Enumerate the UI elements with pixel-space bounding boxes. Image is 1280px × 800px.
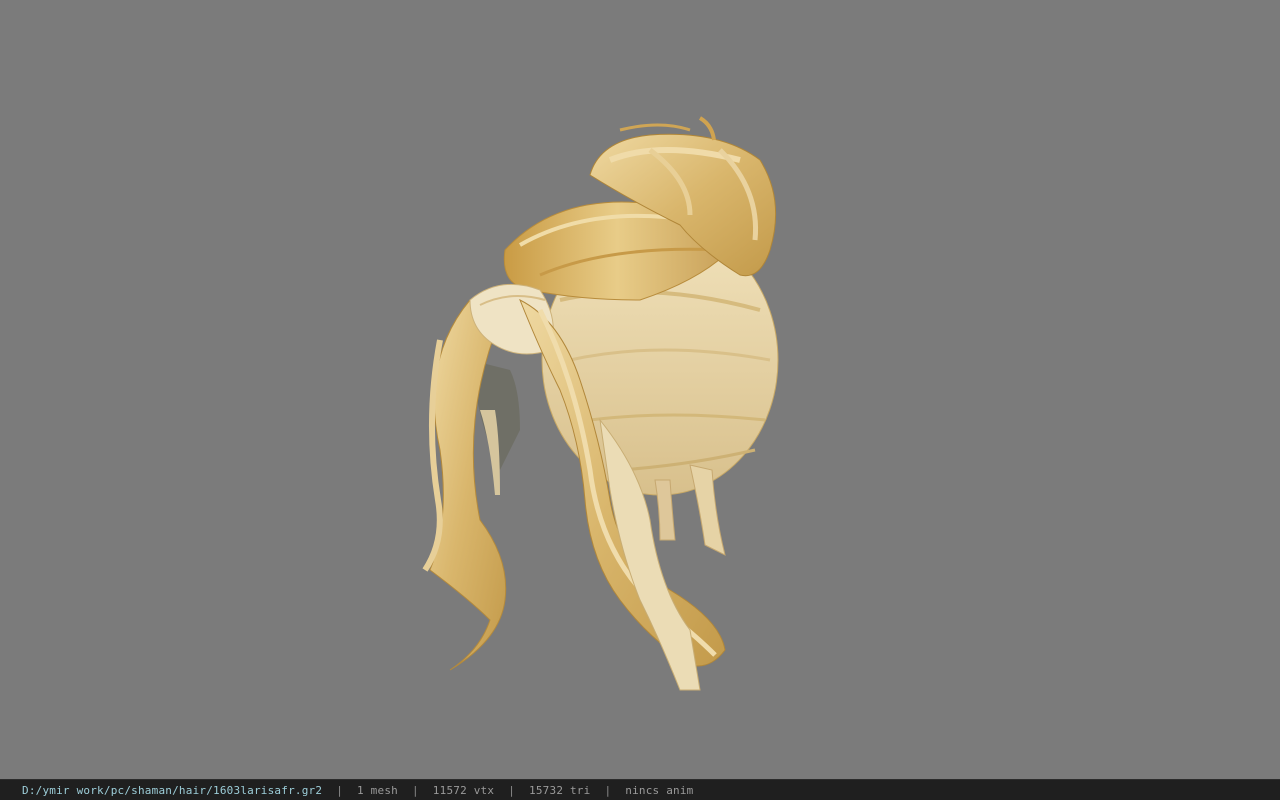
file-path: D:/ymir work/pc/shaman/hair/1603larisafr… [22,783,323,797]
triangle-count: 15732 tri [529,783,591,797]
separator: | [604,783,612,797]
separator: | [508,783,516,797]
separator: | [411,783,419,797]
vertex-count: 11572 vtx [432,783,495,797]
hair-model-render [422,116,779,691]
separator: | [336,783,344,797]
animation-status: nincs anim [625,783,694,797]
mesh-count: 1 mesh [357,783,398,797]
status-bar: D:/ymir work/pc/shaman/hair/1603larisafr… [0,779,1280,800]
3d-viewport[interactable] [0,0,1280,779]
